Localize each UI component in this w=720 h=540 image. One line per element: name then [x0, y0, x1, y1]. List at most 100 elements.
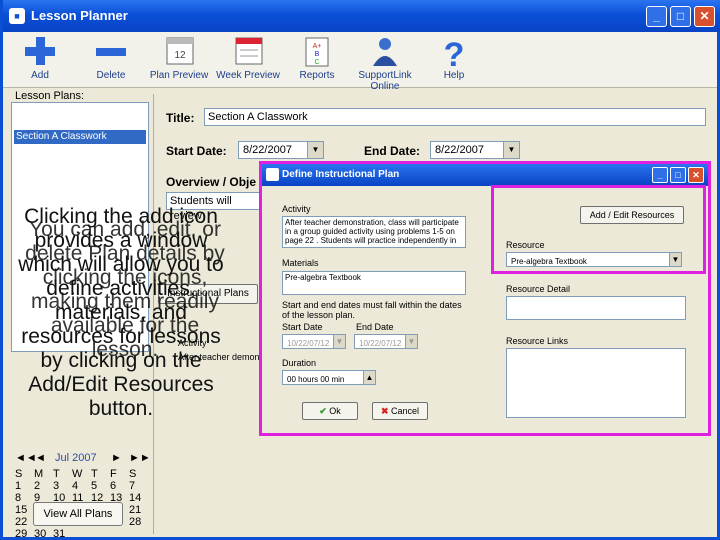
dialog-minimize-button[interactable]: _ [652, 167, 668, 183]
dialog-start-date-label: Start Date [282, 322, 323, 332]
calendar-next-year-button[interactable]: ►► [129, 452, 151, 464]
calendar-week-row: 1234567 [15, 480, 153, 492]
calendar-day[interactable]: 1 [15, 480, 34, 492]
dialog-start-date-picker[interactable]: 10/22/07/12 ▼ [282, 334, 346, 349]
calendar-day[interactable] [91, 528, 110, 540]
materials-label: Materials [282, 258, 319, 268]
dates-note: Start and end dates must fall within the… [282, 300, 462, 320]
reports-icon: A+BC [305, 37, 329, 67]
maximize-button[interactable]: □ [670, 6, 691, 27]
calendar-day[interactable] [110, 528, 129, 540]
close-button[interactable]: ✕ [694, 6, 715, 27]
calendar-day[interactable]: 30 [34, 528, 53, 540]
end-date-picker[interactable]: 8/22/2007 ▼ [430, 141, 520, 159]
lesson-plans-label: Lesson Plans: [15, 90, 85, 102]
calendar-day[interactable]: 6 [110, 480, 129, 492]
help-button[interactable]: ? Help [422, 34, 486, 81]
lesson-plan-item[interactable]: Section A Classwork [14, 130, 146, 144]
svg-text:A+: A+ [313, 43, 322, 50]
calendar-day[interactable]: 22 [15, 516, 34, 528]
minimize-button[interactable]: _ [646, 6, 667, 27]
activity-textarea[interactable]: After teacher demonstration, class will … [282, 216, 466, 248]
calendar-day[interactable]: 4 [72, 480, 91, 492]
svg-text:?: ? [444, 36, 465, 70]
add-edit-resources-button[interactable]: Add / Edit Resources [580, 206, 684, 224]
reports-button[interactable]: A+ B C Reports [285, 34, 349, 81]
question-mark-icon: ? [444, 36, 465, 70]
chevron-down-icon: ▼ [503, 142, 519, 158]
activity-label: Activity [282, 204, 311, 214]
check-icon: ✔ [319, 406, 327, 416]
dialog-maximize-button[interactable]: □ [670, 167, 686, 183]
dialog-icon [266, 168, 279, 181]
app-icon: ■ [9, 8, 25, 24]
materials-textarea[interactable]: Pre-algebra Textbook [282, 271, 466, 295]
dialog-title-bar: Define Instructional Plan _ □ ✕ [262, 164, 708, 186]
caption-secondary: You can add, edit, or delete Plan detail… [25, 218, 225, 361]
start-date-label: Start Date: [166, 144, 227, 158]
resource-detail-label: Resource Detail [506, 284, 571, 294]
calendar-day[interactable]: 28 [129, 516, 148, 528]
chevron-down-icon: ▼ [669, 253, 681, 266]
chevron-down-icon: ▼ [307, 142, 323, 158]
svg-text:C: C [314, 59, 319, 66]
dialog-close-button[interactable]: ✕ [688, 167, 704, 183]
plan-preview-button[interactable]: 12 Plan Preview [147, 34, 211, 81]
calendar: ◄◄ ◄ Jul 2007 ► ►► SMTWTFS 1 2 3 4 5 6 7 8 9 10 11… [15, 452, 153, 540]
calendar-day[interactable]: 15 [15, 504, 34, 516]
resource-detail-field[interactable] [506, 296, 686, 320]
calendar-day[interactable]: 7 [129, 480, 148, 492]
resource-label: Resource [506, 240, 545, 250]
week-calendar-icon [235, 37, 263, 65]
stepper-icon: ▲ [363, 371, 375, 384]
chevron-down-icon: ▼ [405, 335, 417, 348]
cancel-button[interactable]: ✖ Cancel [372, 402, 428, 420]
calendar-prev-year-button[interactable]: ◄◄ [15, 452, 37, 464]
week-preview-button[interactable]: Week Preview [216, 34, 280, 81]
calendar-day[interactable]: 5 [91, 480, 110, 492]
add-button[interactable]: Add [8, 34, 72, 81]
plus-icon [25, 37, 55, 65]
calendar-weekdays: SMTWTFS [15, 468, 137, 480]
title-label: Title: [166, 111, 195, 125]
overview-label: Overview / Obje [166, 175, 257, 189]
ok-button[interactable]: ✔ Ok [302, 402, 358, 420]
duration-label: Duration [282, 358, 317, 368]
title-bar: ■ Lesson Planner _ □ ✕ [3, 0, 720, 32]
calendar-day[interactable]: 29 [15, 528, 34, 540]
define-instructional-plan-dialog: Define Instructional Plan _ □ ✕ Activity… [259, 161, 711, 436]
svg-text:12: 12 [174, 50, 186, 61]
calendar-day[interactable]: 8 [15, 492, 34, 504]
resource-select[interactable]: Pre-algebra Textbook ▼ [506, 252, 682, 267]
end-date-label: End Date: [364, 144, 421, 158]
calendar-next-month-button[interactable]: ► [111, 452, 129, 464]
calendar-prev-month-button[interactable]: ◄ [35, 452, 55, 464]
delete-button[interactable]: Delete [79, 34, 143, 81]
app-window: ■ Lesson Planner _ □ ✕ Add Delete 12 Pla… [0, 0, 720, 540]
start-date-picker[interactable]: 8/22/2007 ▼ [238, 141, 324, 159]
calendar-day[interactable] [129, 528, 148, 540]
supportlink-online-button[interactable]: SupportLink Online [353, 34, 417, 92]
calendar-week-row: 29 30 31 [15, 528, 153, 540]
calendar-day[interactable]: 14 [129, 492, 148, 504]
calendar-day[interactable]: 2 [34, 480, 53, 492]
resource-links-field[interactable] [506, 348, 686, 418]
x-icon: ✖ [380, 406, 389, 416]
dialog-end-date-label: End Date [356, 322, 394, 332]
calendar-day[interactable]: 3 [53, 480, 72, 492]
support-person-icon [373, 38, 397, 66]
calendar-day[interactable] [72, 528, 91, 540]
dialog-end-date-picker[interactable]: 10/22/07/12 ▼ [354, 334, 418, 349]
calendar-icon: 12 [166, 37, 194, 65]
svg-text:B: B [315, 51, 320, 58]
chevron-down-icon: ▼ [333, 335, 345, 348]
calendar-day[interactable]: 31 [53, 528, 72, 540]
duration-field[interactable]: 00 hours 00 min ▲ [282, 370, 376, 385]
calendar-month-label: Jul 2007 [55, 452, 97, 464]
window-title: Lesson Planner [31, 8, 128, 23]
view-all-plans-button[interactable]: View All Plans [33, 502, 123, 526]
minus-icon [96, 48, 126, 56]
title-field[interactable]: Section A Classwork [204, 108, 706, 126]
calendar-day[interactable]: 21 [129, 504, 148, 516]
toolbar: Add Delete 12 Plan Preview Week Preview … [3, 32, 717, 92]
